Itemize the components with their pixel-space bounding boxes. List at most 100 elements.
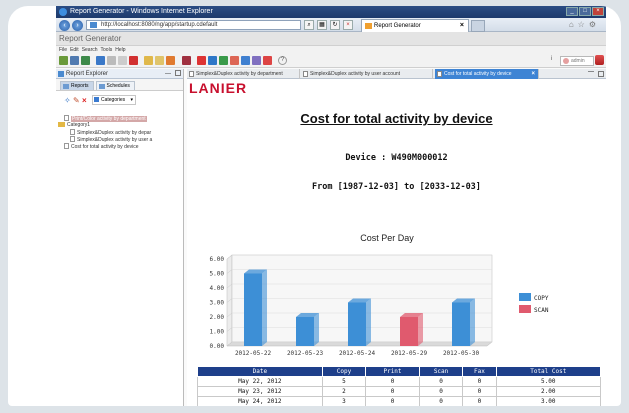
browser-title: Report Generator - Windows Internet Expl… <box>70 8 213 15</box>
report-explorer-panel: Report Explorer — Reports Schedules ✧ ✎ … <box>56 69 184 406</box>
address-text: http://localhost:8080/ng/app/startup.cde… <box>101 22 218 28</box>
menu-file[interactable]: File <box>59 46 67 54</box>
delete-icon[interactable] <box>129 56 138 65</box>
user-field[interactable]: admin <box>560 56 594 66</box>
email-icon[interactable] <box>252 56 261 65</box>
maximize-panel-icon[interactable] <box>175 70 181 76</box>
report-tabs: Simplex&Duplex activity by department Si… <box>187 69 606 79</box>
address-bar-row: ‹ › http://localhost:8080/ng/app/startup… <box>56 18 606 32</box>
info-icon[interactable]: i <box>551 56 552 62</box>
y-tick-label: 4.00 <box>210 285 225 292</box>
tab-report-3-label: Cost for total activity by device <box>444 71 512 77</box>
column-header: Scan <box>418 366 464 377</box>
table-cell: 3.00 <box>495 396 602 406</box>
y-tick-label: 6.00 <box>210 256 225 263</box>
menu-search[interactable]: Search <box>82 46 98 54</box>
tab-schedules-label: Schedules <box>106 83 130 89</box>
column-header: Fax <box>462 366 497 377</box>
column-header: Date <box>197 366 323 377</box>
document-icon <box>303 71 308 77</box>
undo-icon[interactable] <box>144 56 153 65</box>
x-tick-label: 2012-05-24 <box>339 350 376 357</box>
browser-tab-label: Report Generator <box>374 23 421 29</box>
categories-dropdown[interactable]: Categories ▾ <box>92 95 136 105</box>
search-icon[interactable]: ⌕ <box>304 20 314 30</box>
chart-title: Cost Per Day <box>360 233 414 243</box>
minimize-panel-icon[interactable]: — <box>165 69 171 79</box>
menu-tools[interactable]: Tools <box>101 46 113 54</box>
x-tick-label: 2012-05-22 <box>235 350 272 357</box>
save-icon[interactable] <box>70 56 79 65</box>
logout-icon[interactable] <box>595 55 604 65</box>
export-image-icon[interactable] <box>241 56 250 65</box>
report-title: Cost for total activity by device <box>300 111 493 126</box>
compatibility-icon[interactable]: ▦ <box>317 20 327 30</box>
close-tab-icon[interactable]: × <box>531 69 535 79</box>
tab-report-2[interactable]: Simplex&Duplex activity by user account <box>301 69 433 79</box>
export-ppt-icon[interactable] <box>230 56 239 65</box>
x-tick-label: 2012-05-30 <box>443 350 480 357</box>
tab-schedules[interactable]: Schedules <box>95 81 135 90</box>
minimize-icon[interactable]: _ <box>566 7 578 16</box>
bar-side <box>470 298 475 346</box>
delete-item-icon[interactable]: × <box>82 96 87 105</box>
table-cell: 0 <box>365 376 420 387</box>
tree-item[interactable]: Simplex&Duplex activity by depar <box>58 129 152 136</box>
cut-icon[interactable] <box>96 56 105 65</box>
paste-icon[interactable] <box>118 56 127 65</box>
table-cell: 5.00 <box>495 376 602 387</box>
home-icon[interactable]: ⌂ <box>569 20 574 29</box>
new-report-icon[interactable] <box>59 56 68 65</box>
add-icon[interactable]: ✧ <box>64 96 71 105</box>
document-icon <box>437 71 442 77</box>
folder-icon <box>58 122 65 127</box>
favorites-icon[interactable]: ☆ <box>578 20 585 29</box>
categories-icon <box>94 97 99 102</box>
x-tick-label: 2012-05-29 <box>391 350 428 357</box>
stop-icon[interactable]: × <box>343 20 353 30</box>
address-field[interactable]: http://localhost:8080/ng/app/startup.cde… <box>86 20 301 30</box>
schedule-icon[interactable] <box>263 56 272 65</box>
tree-item[interactable]: Category1 <box>58 122 152 129</box>
refresh-icon[interactable]: ↻ <box>330 20 340 30</box>
tree-item[interactable]: Simplex&Duplex activity by user a <box>58 136 152 143</box>
edit-pencil-icon[interactable]: ✎ <box>73 96 80 105</box>
minimize-viewer-icon[interactable]: — <box>588 69 594 75</box>
close-tab-icon[interactable]: × <box>460 20 464 32</box>
maximize-icon[interactable]: □ <box>579 7 591 16</box>
bar <box>452 302 470 346</box>
print-icon[interactable] <box>81 56 90 65</box>
help-icon[interactable]: ? <box>278 56 287 65</box>
tab-report-3[interactable]: Cost for total activity by device × <box>435 69 539 79</box>
back-icon[interactable]: ‹ <box>59 20 70 31</box>
pdf-icon[interactable] <box>197 56 206 65</box>
close-window-icon[interactable]: × <box>592 7 604 16</box>
edit-icon[interactable] <box>166 56 175 65</box>
report-date-range: From [1987-12-03] to [2033-12-03] <box>312 182 481 192</box>
gear-icon[interactable]: ⚙ <box>589 20 596 29</box>
table-cell: 5 <box>321 376 367 387</box>
table-row: May 24, 2012 3 0 0 0 3.00 <box>197 396 602 406</box>
redo-icon[interactable] <box>155 56 164 65</box>
menu-edit[interactable]: Edit <box>70 46 79 54</box>
report-viewer-panel: Simplex&Duplex activity by department Si… <box>187 69 606 406</box>
tree-item[interactable]: Cost for total activity by device <box>58 143 152 150</box>
menu-help[interactable]: Help <box>115 46 125 54</box>
cost-per-day-chart: Cost Per Day 0.00 1.00 2.00 3.00 4.00 5.00 6.00… <box>210 233 549 357</box>
browser-tab[interactable]: Report Generator × <box>361 19 469 32</box>
forward-icon[interactable]: › <box>72 20 83 31</box>
maximize-viewer-icon[interactable] <box>598 71 604 77</box>
explorer-actions: ✧ ✎ × Categories ▾ <box>56 94 183 106</box>
tree-item[interactable]: Print/Color activity by department <box>58 115 152 122</box>
tab-report-1[interactable]: Simplex&Duplex activity by department <box>187 69 300 79</box>
y-tick-label: 1.00 <box>210 329 225 336</box>
tab-reports[interactable]: Reports <box>60 81 94 90</box>
table-cell: 3 <box>321 396 367 406</box>
copy-icon[interactable] <box>107 56 116 65</box>
new-tab-button[interactable] <box>471 20 485 32</box>
column-header: Copy <box>321 366 367 377</box>
report-icon[interactable] <box>182 56 191 65</box>
export-word-icon[interactable] <box>208 56 217 65</box>
report-tree: Print/Color activity by department Catego… <box>58 115 152 150</box>
export-excel-icon[interactable] <box>219 56 228 65</box>
